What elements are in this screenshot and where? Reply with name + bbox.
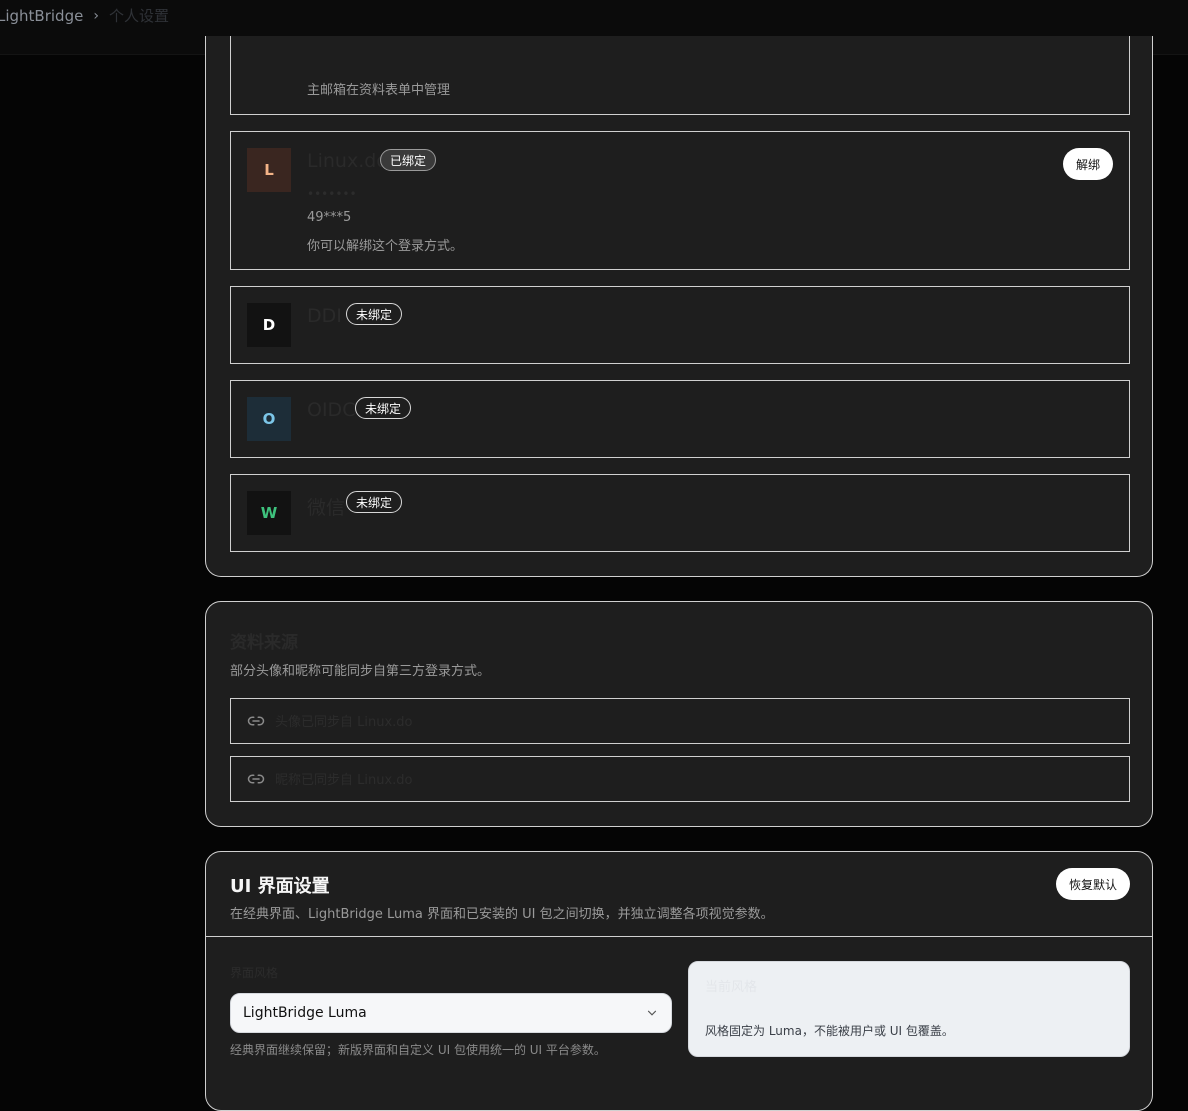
preview-title: 当前风格	[705, 980, 758, 995]
provider-name: DDI	[307, 305, 342, 327]
profile-source-card: 资料来源 部分头像和昵称可能同步自第三方登录方式。 头像已同步自 Linux.d…	[205, 601, 1153, 827]
provider-name: 微信	[307, 497, 346, 519]
section-desc: 部分头像和昵称可能同步自第三方登录方式。	[230, 664, 491, 679]
section-title: 资料来源	[230, 633, 298, 653]
ui-settings-card: UI 界面设置 在经典界面、LightBridge Luma 界面和已安装的 U…	[205, 851, 1153, 1111]
source-link-row: 头像已同步自 Linux.do	[230, 698, 1130, 744]
provider-account: 49***5	[307, 210, 352, 225]
source-link-text: 头像已同步自 Linux.do	[275, 715, 413, 730]
provider-avatar: D	[247, 303, 291, 347]
select-value: LightBridge Luma	[243, 1005, 367, 1021]
select-help: 经典界面继续保留；新版界面和自定义 UI 包使用统一的 UI 平台参数。	[230, 1043, 606, 1057]
unbind-button[interactable]: 解绑	[1063, 148, 1113, 180]
section-desc: 在经典界面、LightBridge Luma 界面和已安装的 UI 包之间切换，…	[230, 907, 774, 922]
email-row: 主邮箱在资料表单中管理	[230, 36, 1130, 115]
divider	[206, 936, 1152, 937]
provider-name: Linux.do	[307, 150, 388, 172]
ui-style-select[interactable]: LightBridge Luma	[230, 993, 672, 1033]
provider-row-oidc: O OIDC 未绑定	[230, 380, 1130, 458]
breadcrumb-app[interactable]: LightBridge	[0, 7, 83, 25]
chevron-down-icon	[647, 1010, 657, 1016]
preview-desc: 风格固定为 Luma，不能被用户或 UI 包覆盖。	[705, 1024, 954, 1038]
status-badge: 未绑定	[355, 397, 412, 419]
provider-avatar: W	[247, 491, 291, 535]
provider-avatar: L	[247, 148, 291, 192]
source-link-row: 昵称已同步自 Linux.do	[230, 756, 1130, 802]
link-icon	[247, 716, 265, 726]
breadcrumb-page: 个人设置	[108, 7, 169, 25]
section-title: UI 界面设置	[230, 876, 330, 897]
email-hint: 主邮箱在资料表单中管理	[307, 83, 451, 98]
field-label: 界面风格	[230, 966, 279, 980]
style-preview-panel: 当前风格 风格固定为 Luma，不能被用户或 UI 包覆盖。	[688, 961, 1130, 1057]
source-link-text: 昵称已同步自 Linux.do	[275, 773, 413, 788]
reset-default-button[interactable]: 恢复默认	[1056, 868, 1130, 900]
provider-avatar: O	[247, 397, 291, 441]
provider-sub: •••••••	[307, 187, 357, 201]
provider-note: 你可以解绑这个登录方式。	[307, 239, 464, 254]
login-methods-card: 主邮箱在资料表单中管理 L Linux.do 已绑定 ••••••• 49***…	[205, 36, 1153, 577]
status-badge: 未绑定	[346, 491, 403, 513]
provider-row-wechat: W 微信 未绑定	[230, 474, 1130, 552]
link-icon	[247, 774, 265, 784]
status-badge: 已绑定	[380, 149, 437, 171]
provider-name: OIDC	[307, 399, 356, 421]
provider-row-linuxdo: L Linux.do 已绑定 ••••••• 49***5 你可以解绑这个登录方…	[230, 131, 1130, 270]
breadcrumb: LightBridge › 个人设置	[0, 5, 169, 26]
status-badge: 未绑定	[346, 303, 403, 325]
chevron-right-icon: ›	[93, 7, 99, 24]
provider-row-ddi: D DDI 未绑定	[230, 286, 1130, 364]
